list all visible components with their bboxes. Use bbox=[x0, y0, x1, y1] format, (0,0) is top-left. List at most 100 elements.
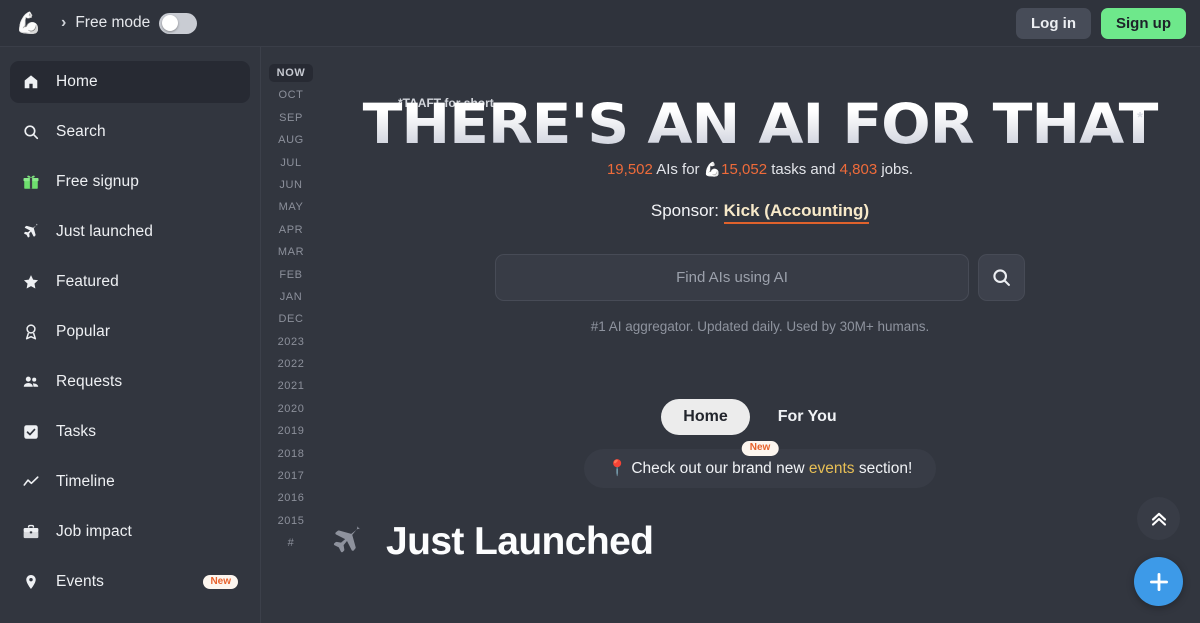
sidebar-new-badge: New bbox=[203, 574, 238, 590]
events-announcement-banner[interactable]: New 📍 Check out our brand new events sec… bbox=[583, 441, 937, 488]
award-ribbon-icon bbox=[22, 323, 48, 341]
flexed-biceps-emoji[interactable]: 💪 bbox=[14, 8, 44, 38]
banner-text-after: section! bbox=[858, 460, 913, 477]
people-icon bbox=[23, 376, 39, 387]
sidebar-item-home[interactable]: Home bbox=[10, 61, 250, 103]
hero-section: *TAAFT for short THERE'S AN AI FOR THAT … bbox=[320, 47, 1200, 334]
home-icon bbox=[24, 75, 38, 89]
checkbox-icon bbox=[22, 423, 48, 441]
timeline-rail-item-2020[interactable]: 2020 bbox=[270, 400, 313, 418]
new-badge: New bbox=[741, 441, 779, 456]
timeline-rail[interactable]: NOW OCT SEP AUG JUL JUN MAY APR MAR FEB JAN DEC 2023… bbox=[262, 47, 320, 623]
people-icon bbox=[22, 373, 48, 391]
tasks-label: tasks and bbox=[771, 161, 836, 178]
sidebar-item-timeline[interactable]: Timeline bbox=[10, 461, 250, 503]
plane-icon bbox=[24, 223, 38, 238]
sidebar-item-label: Free signup bbox=[56, 173, 139, 190]
timeline-rail-item-aug[interactable]: AUG bbox=[270, 131, 312, 149]
search-icon bbox=[993, 269, 1010, 286]
free-mode-control[interactable]: › Free mode bbox=[61, 12, 198, 34]
map-pin-icon bbox=[26, 574, 36, 590]
timeline-rail-item-2022[interactable]: 2022 bbox=[270, 355, 313, 373]
tab-for-you[interactable]: For You bbox=[756, 399, 859, 435]
sidebar-item-events[interactable]: Events New bbox=[10, 561, 250, 603]
timeline-rail-item-jul[interactable]: JUL bbox=[272, 154, 309, 172]
timeline-rail-item-dec[interactable]: DEC bbox=[270, 310, 311, 328]
star-icon bbox=[22, 273, 48, 291]
timeline-rail-item-feb[interactable]: FEB bbox=[271, 266, 310, 284]
timeline-rail-item-2017[interactable]: 2017 bbox=[270, 467, 313, 485]
sidebar-item-featured[interactable]: Featured bbox=[10, 261, 250, 303]
sidebar-item-free-signup[interactable]: Free signup bbox=[10, 161, 250, 203]
event-banner-wrap: New 📍 Check out our brand new events sec… bbox=[320, 441, 1200, 488]
timeline-rail-item-2019[interactable]: 2019 bbox=[270, 422, 313, 440]
timeline-rail-item-sep[interactable]: SEP bbox=[271, 109, 311, 127]
sidebar-item-label: Requests bbox=[56, 373, 123, 390]
plus-icon bbox=[1149, 572, 1168, 591]
hero-stats: 19,502 AIs for 💪15,052 tasks and 4,803 j… bbox=[320, 161, 1200, 178]
section-title: Just Launched bbox=[386, 520, 654, 563]
scroll-to-top-button[interactable] bbox=[1137, 497, 1180, 540]
sponsor-prefix: Sponsor: bbox=[650, 201, 719, 220]
map-pin-icon bbox=[22, 573, 48, 591]
timeline-rail-item-may[interactable]: MAY bbox=[271, 198, 312, 216]
star-icon bbox=[23, 275, 39, 289]
checkbox-icon bbox=[24, 425, 38, 439]
sidebar-item-label: Just launched bbox=[56, 223, 153, 240]
banner-text-before: Check out our brand new bbox=[631, 460, 805, 477]
flexed-biceps-emoji: 💪 bbox=[703, 161, 722, 177]
main-content: *TAAFT for short THERE'S AN AI FOR THAT … bbox=[320, 47, 1200, 623]
timeline-rail-item-mar[interactable]: MAR bbox=[270, 243, 312, 261]
home-icon bbox=[22, 73, 48, 91]
search-icon bbox=[24, 125, 39, 140]
timeline-rail-item-oct[interactable]: OCT bbox=[270, 86, 311, 104]
section-header: Just Launched bbox=[330, 520, 1200, 564]
search-icon bbox=[22, 123, 48, 141]
timeline-rail-item-jan[interactable]: JAN bbox=[272, 288, 311, 306]
free-mode-label: Free mode bbox=[75, 14, 151, 31]
timeline-rail-item-now[interactable]: NOW bbox=[268, 64, 314, 82]
tab-home[interactable]: Home bbox=[661, 399, 750, 435]
gift-icon bbox=[23, 175, 39, 189]
add-button[interactable] bbox=[1134, 557, 1183, 606]
timeline-rail-item-hash[interactable]: # bbox=[280, 534, 303, 552]
timeline-rail-item-2015[interactable]: 2015 bbox=[270, 512, 313, 530]
page-title: THERE'S AN AI FOR THAT bbox=[320, 92, 1200, 152]
sidebar-item-job-impact[interactable]: Job impact bbox=[10, 511, 250, 553]
sponsor-line: Sponsor: Kick (Accounting) bbox=[320, 201, 1200, 224]
timeline-rail-item-2021[interactable]: 2021 bbox=[270, 377, 313, 395]
sidebar: Home Search Free signup Just launched Featur… bbox=[0, 47, 261, 623]
search-button[interactable] bbox=[978, 254, 1025, 301]
line-chart-icon bbox=[23, 476, 39, 486]
top-bar-actions: Log in Sign up bbox=[1016, 7, 1186, 39]
sponsor-link[interactable]: Kick (Accounting) bbox=[723, 201, 870, 224]
briefcase-icon bbox=[23, 524, 39, 539]
top-bar: 💪 › Free mode Log in Sign up bbox=[0, 0, 1200, 47]
signup-button[interactable]: Sign up bbox=[1101, 7, 1186, 39]
timeline-rail-item-apr[interactable]: APR bbox=[271, 221, 311, 239]
free-mode-toggle[interactable] bbox=[159, 12, 198, 34]
banner-events-link[interactable]: events bbox=[809, 460, 855, 477]
search-input[interactable] bbox=[495, 254, 969, 301]
timeline-rail-item-2018[interactable]: 2018 bbox=[270, 445, 313, 463]
ais-count: 19,502 bbox=[606, 161, 653, 178]
sidebar-item-label: Events bbox=[56, 573, 104, 590]
tasks-count: 15,052 bbox=[721, 161, 768, 178]
sidebar-item-just-launched[interactable]: Just launched bbox=[10, 211, 250, 253]
title-asterisk: * bbox=[1137, 109, 1143, 126]
gift-icon bbox=[22, 173, 48, 191]
sidebar-item-popular[interactable]: Popular bbox=[10, 311, 250, 353]
search-subtitle: #1 AI aggregator. Updated daily. Used by… bbox=[590, 319, 930, 334]
timeline-rail-item-jun[interactable]: JUN bbox=[271, 176, 310, 194]
jobs-label: jobs. bbox=[881, 161, 914, 178]
login-button[interactable]: Log in bbox=[1016, 7, 1091, 39]
sidebar-item-search[interactable]: Search bbox=[10, 111, 250, 153]
award-ribbon-icon bbox=[25, 324, 37, 340]
jobs-count: 4,803 bbox=[839, 161, 878, 178]
sidebar-item-tasks[interactable]: Tasks bbox=[10, 411, 250, 453]
timeline-rail-item-2023[interactable]: 2023 bbox=[270, 333, 313, 351]
sidebar-item-label: Job impact bbox=[56, 523, 132, 540]
timeline-rail-item-2016[interactable]: 2016 bbox=[270, 489, 313, 507]
search-row bbox=[320, 254, 1200, 301]
sidebar-item-requests[interactable]: Requests bbox=[10, 361, 250, 403]
